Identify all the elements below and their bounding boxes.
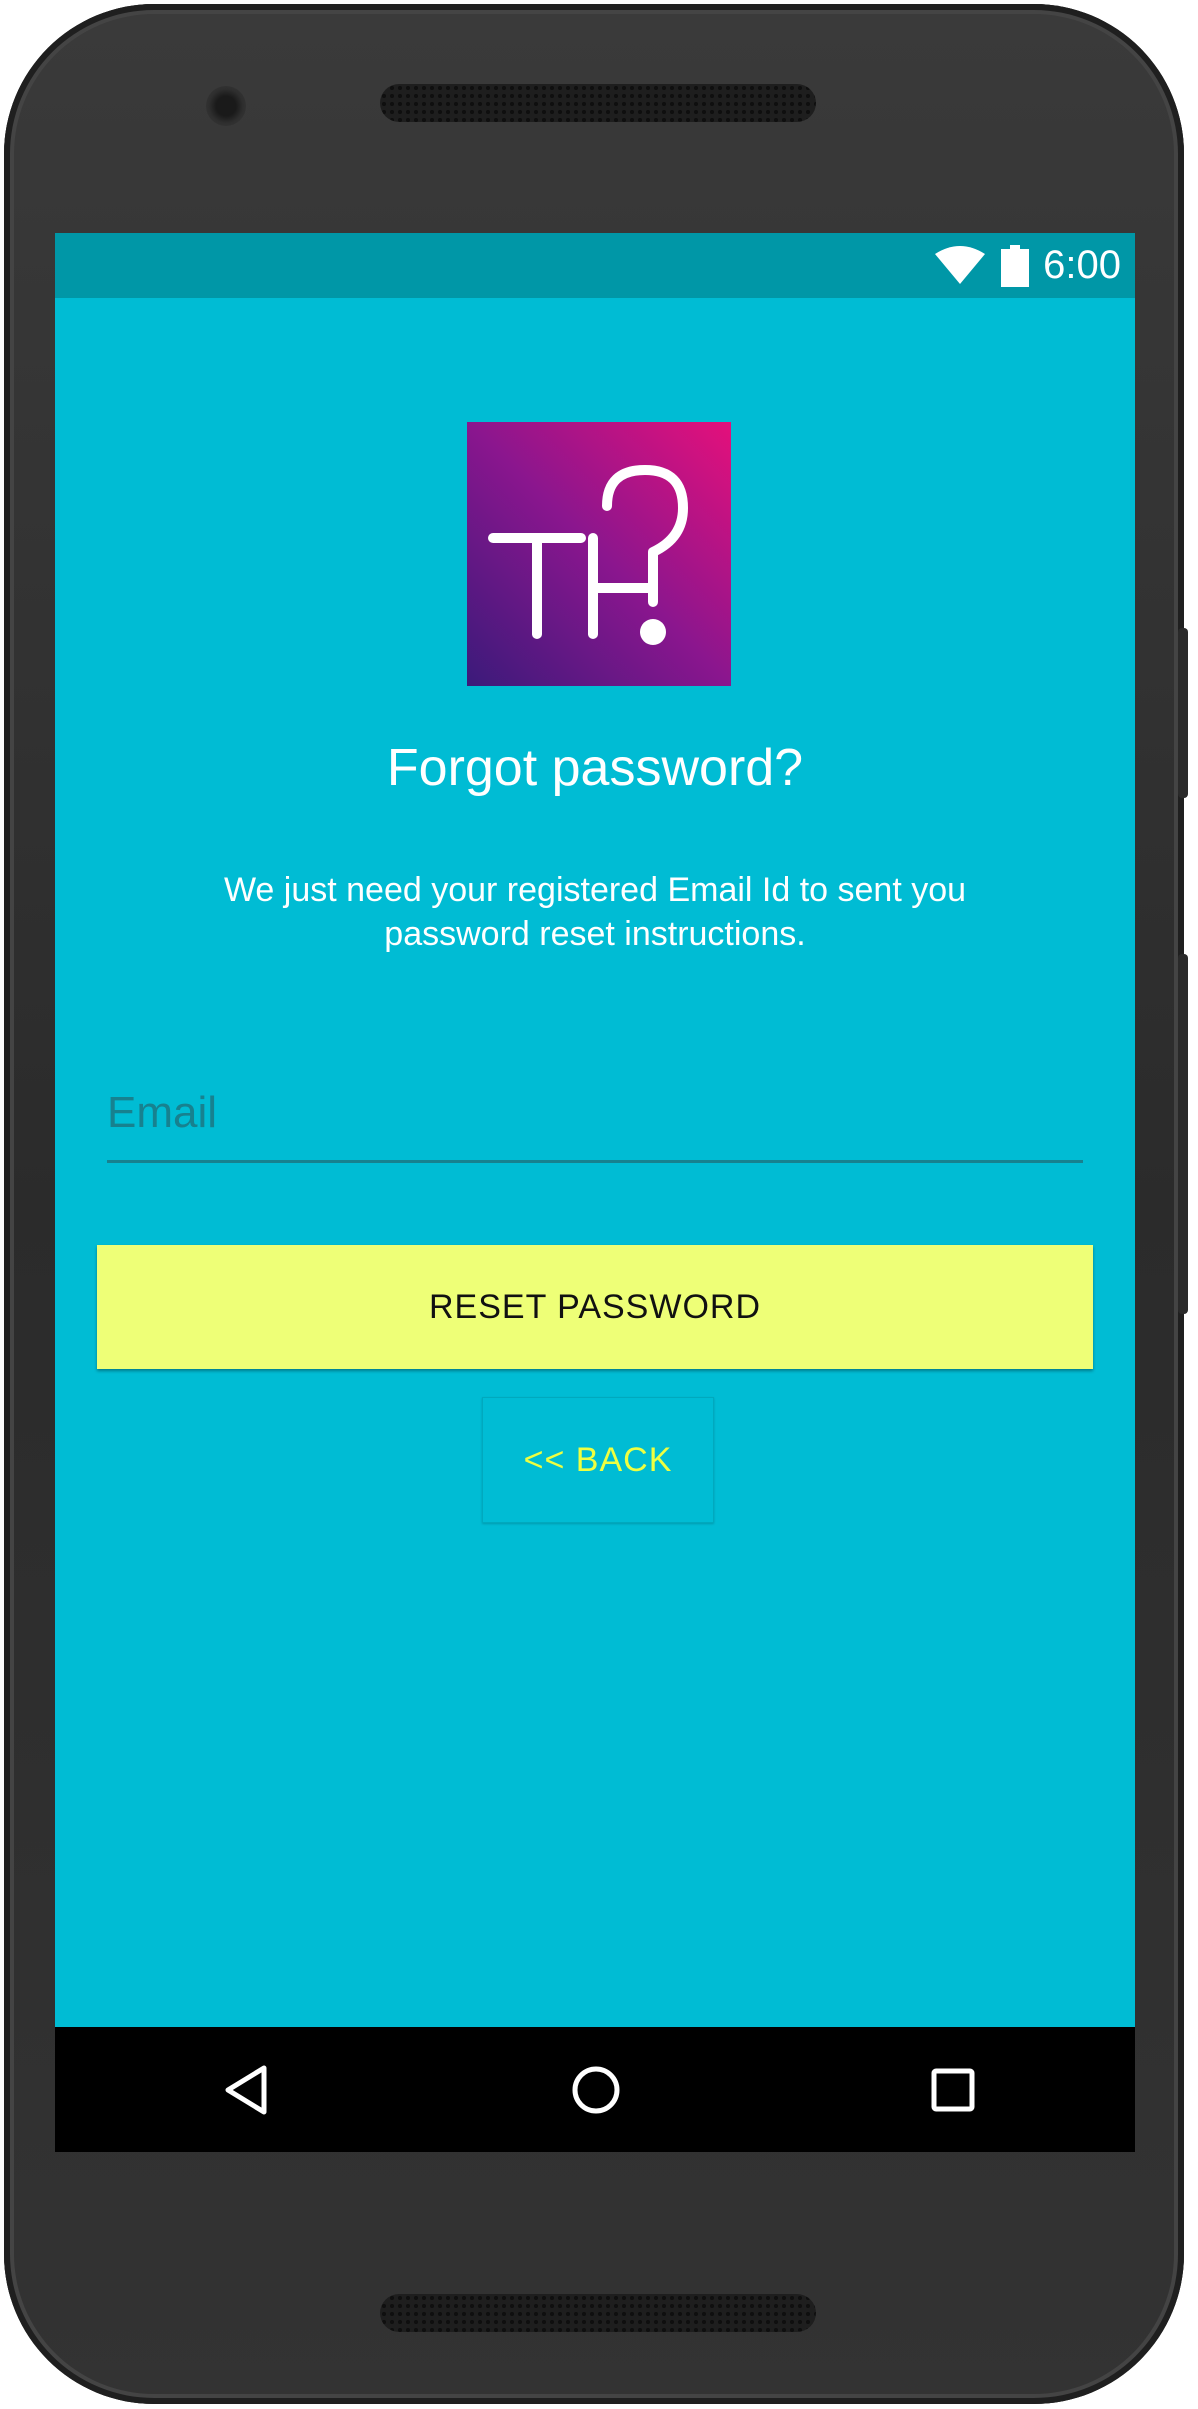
reset-password-button[interactable]: RESET PASSWORD [97,1245,1093,1369]
screen: 6:00 Forgot password? We just need your [55,233,1135,2152]
nav-recents-button[interactable] [908,2047,998,2132]
email-field[interactable] [107,1073,1083,1143]
navigation-bar [55,2027,1135,2152]
forgot-password-screen: Forgot password? We just need your regis… [55,298,1135,2087]
volume-rocker [1178,954,1188,1314]
th-question-logo-icon [488,465,688,645]
nav-back-button[interactable] [203,2047,293,2132]
status-bar: 6:00 [55,233,1135,298]
home-circle-icon [572,2066,620,2113]
nav-home-button[interactable] [551,2047,641,2132]
bottom-speaker-grille [380,2294,816,2332]
email-underline [107,1160,1083,1163]
front-camera [206,86,246,126]
email-field-container [107,1073,1083,1173]
phone-frame: 6:00 Forgot password? We just need your [4,4,1188,2404]
page-title: Forgot password? [386,739,804,797]
wifi-icon [935,245,986,284]
top-speaker-grille [380,84,816,122]
status-icons: 6:00 [933,233,1121,298]
status-time: 6:00 [1043,243,1121,287]
battery-icon [1001,244,1030,287]
app-logo [467,422,731,686]
back-triangle-icon [225,2065,267,2114]
instructions-text: We just need your registered Email Id to… [223,871,967,953]
recents-square-icon [931,2068,975,2111]
back-button[interactable]: << BACK [482,1397,714,1523]
power-button [1178,628,1188,798]
